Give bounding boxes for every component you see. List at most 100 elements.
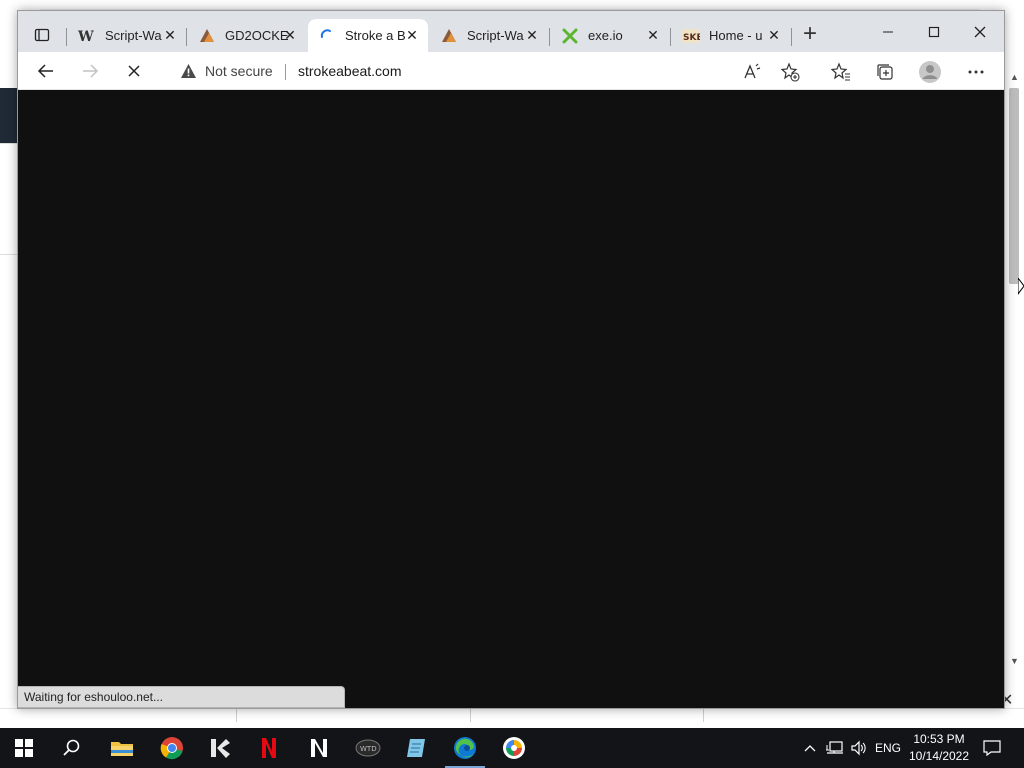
notifications-button[interactable] <box>980 728 1004 768</box>
exe-favicon-icon <box>561 27 579 45</box>
scroll-up-arrow-icon[interactable]: ▲ <box>1010 72 1019 82</box>
brave-button[interactable] <box>490 728 538 768</box>
gd-favicon-icon <box>198 27 216 45</box>
taskbar: WTD ENG 10:53 PM 10/14/2022 <box>0 728 1024 768</box>
tab-separator <box>791 28 792 46</box>
file-explorer-icon <box>111 742 133 756</box>
scroll-down-arrow-icon[interactable]: ▼ <box>1010 656 1019 666</box>
settings-more-button[interactable] <box>963 59 989 85</box>
clock[interactable]: 10:53 PM 10/14/2022 <box>900 731 978 765</box>
notion-button[interactable] <box>295 728 343 768</box>
tab-gd2ocke[interactable]: GD2OCKE ✕ <box>188 19 306 52</box>
w-favicon-icon: W <box>78 27 96 45</box>
browser-window: W Script-Wa ✕ GD2OCKE ✕ Stroke a B ✕ Scr… <box>17 10 1005 709</box>
background-divider <box>0 254 18 255</box>
edge-icon <box>454 737 476 759</box>
kodi-icon <box>211 739 230 758</box>
scrollbar-thumb[interactable] <box>1009 88 1019 284</box>
wtd-icon: WTD <box>355 739 381 757</box>
tab-stroke-a-beat[interactable]: Stroke a B ✕ <box>308 19 428 52</box>
stop-icon <box>128 65 140 77</box>
close-tab-icon[interactable]: ✕ <box>404 27 420 43</box>
notepad-button[interactable] <box>392 728 440 768</box>
tab-strip: W Script-Wa ✕ GD2OCKE ✕ Stroke a B ✕ Scr… <box>18 11 1004 52</box>
collections-icon <box>877 64 893 80</box>
forward-button[interactable] <box>76 58 104 84</box>
svg-text:WTD: WTD <box>360 745 377 753</box>
tab-separator <box>549 28 550 46</box>
speaker-icon <box>851 740 866 756</box>
chrome-button[interactable] <box>148 728 196 768</box>
warning-icon[interactable] <box>180 63 197 84</box>
svg-text:W: W <box>78 29 94 43</box>
read-aloud-button[interactable] <box>740 59 766 85</box>
search-icon <box>63 739 80 756</box>
back-arrow-icon <box>37 64 53 78</box>
avatar-icon <box>919 61 941 83</box>
new-tab-button[interactable]: + <box>798 22 822 47</box>
background-divider <box>236 708 237 722</box>
notion-icon <box>311 739 327 757</box>
notification-icon <box>983 740 1001 756</box>
minimize-icon <box>883 31 893 33</box>
tab-actions-icon <box>34 28 50 42</box>
file-explorer-button[interactable] <box>98 728 146 768</box>
tab-script-wa-1[interactable]: W Script-Wa ✕ <box>68 19 186 52</box>
brave-icon <box>503 737 525 759</box>
clock-time: 10:53 PM <box>913 732 965 746</box>
language-label: ENG <box>874 741 901 755</box>
close-tab-icon[interactable]: ✕ <box>282 27 298 43</box>
background-divider <box>0 143 18 144</box>
close-tab-icon[interactable]: ✕ <box>524 27 540 43</box>
more-dots-icon <box>968 70 984 74</box>
maximize-button[interactable] <box>916 19 952 45</box>
notepad-icon <box>407 739 425 757</box>
kodi-button[interactable] <box>196 728 244 768</box>
status-text: Waiting for eshouloo.net... <box>24 690 163 704</box>
clock-date: 10/14/2022 <box>908 749 970 763</box>
add-favorite-button[interactable] <box>777 59 803 85</box>
tab-separator <box>670 28 671 46</box>
close-tab-icon[interactable]: ✕ <box>645 27 661 43</box>
tab-title: Stroke a B <box>345 28 406 43</box>
close-icon <box>974 26 986 38</box>
read-aloud-icon <box>744 63 761 79</box>
show-hidden-icons-button[interactable] <box>800 728 820 768</box>
forward-arrow-icon <box>83 64 99 78</box>
close-window-button[interactable] <box>962 19 998 45</box>
search-button[interactable] <box>48 728 96 768</box>
tab-script-wa-2[interactable]: Script-Wa ✕ <box>430 19 548 52</box>
page-content[interactable]: Waiting for eshouloo.net... <box>18 90 1004 708</box>
background-divider <box>470 708 471 722</box>
close-tab-icon[interactable]: ✕ <box>162 27 178 43</box>
background-footer <box>0 708 1024 728</box>
collections-button[interactable] <box>872 59 898 85</box>
tab-actions-button[interactable] <box>28 23 56 47</box>
stop-loading-button[interactable] <box>120 58 148 84</box>
background-divider <box>40 0 980 10</box>
tab-home[interactable]: SKB Home - u ✕ <box>672 19 790 52</box>
tab-exe-io[interactable]: exe.io ✕ <box>551 19 669 52</box>
favorites-button[interactable] <box>828 59 854 85</box>
netflix-button[interactable] <box>245 728 293 768</box>
favorites-icon <box>831 62 850 81</box>
close-tab-icon[interactable]: ✕ <box>766 27 782 43</box>
status-bar: Waiting for eshouloo.net... <box>18 686 345 708</box>
network-button[interactable] <box>824 728 846 768</box>
start-button[interactable] <box>0 728 48 768</box>
minimize-button[interactable] <box>870 19 906 45</box>
security-label[interactable]: Not secure <box>205 63 273 79</box>
loading-spinner-icon <box>318 27 336 45</box>
address-separator <box>285 64 286 80</box>
chrome-icon <box>160 737 183 760</box>
volume-button[interactable] <box>848 728 870 768</box>
profile-button[interactable] <box>917 59 943 85</box>
maximize-icon <box>928 26 940 38</box>
address-bar[interactable]: Not secure strokeabeat.com <box>164 56 804 86</box>
url-text[interactable]: strokeabeat.com <box>298 63 402 79</box>
page-scrollbar[interactable]: ▲ ▼ <box>1006 70 1024 670</box>
edge-button[interactable] <box>441 728 489 768</box>
back-button[interactable] <box>32 58 60 84</box>
gd-favicon-icon <box>440 27 458 45</box>
wtd-app-button[interactable]: WTD <box>344 728 392 768</box>
